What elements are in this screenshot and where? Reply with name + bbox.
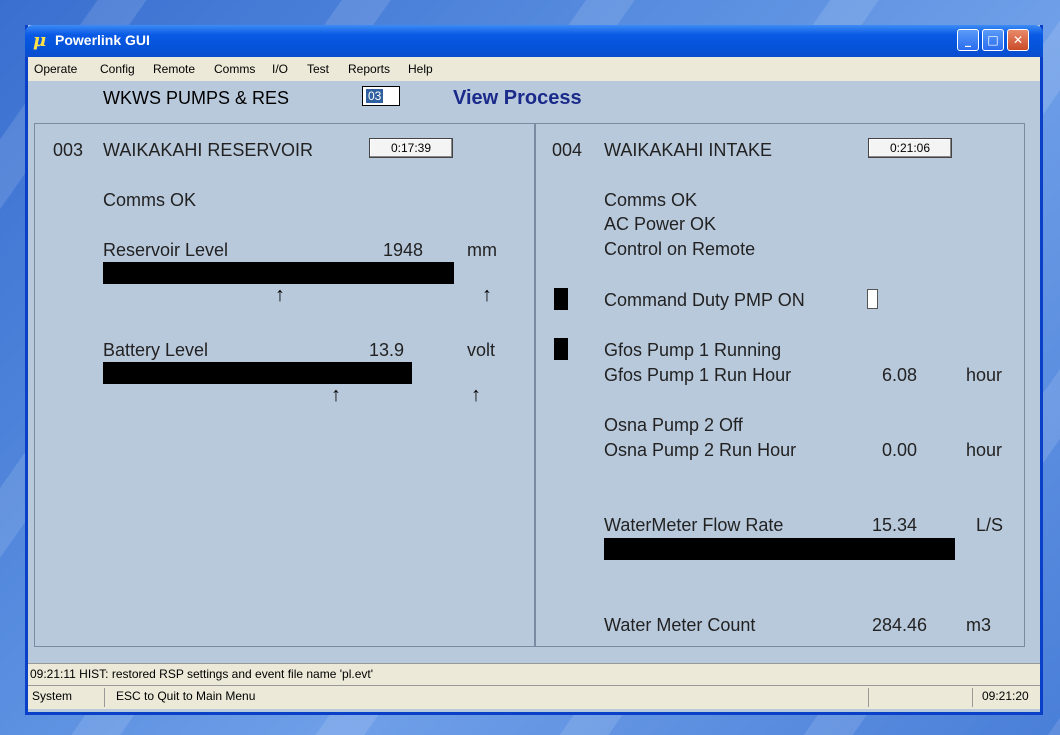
menu-operate[interactable]: Operate xyxy=(34,62,77,76)
pump1-run-hour-value: 6.08 xyxy=(882,365,918,385)
close-button[interactable]: ✕ xyxy=(1007,29,1029,51)
event-log-line: 09:21:11 HIST: restored RSP settings and… xyxy=(28,663,1040,685)
status-divider xyxy=(104,688,105,707)
reservoir-level-unit: mm xyxy=(467,240,497,260)
content-area: WKWS PUMPS & RES 03 View Process 003 WAI… xyxy=(28,81,1040,663)
high-setpoint-arrow-icon: ↑ xyxy=(482,284,492,306)
maximize-button[interactable]: □ xyxy=(982,29,1004,51)
pump2-run-hour-value: 0.00 xyxy=(882,440,918,460)
high-setpoint-arrow-icon: ↑ xyxy=(471,384,481,406)
battery-level-label: Battery Level xyxy=(103,340,209,360)
menu-io[interactable]: I/O xyxy=(272,62,288,76)
pump1-run-hour-label: Gfos Pump 1 Run Hour xyxy=(604,365,792,385)
pump1-status: Gfos Pump 1 Running xyxy=(604,340,782,360)
status-divider xyxy=(868,688,869,707)
pump1-indicator xyxy=(554,338,568,360)
pump2-run-hour-unit: hour xyxy=(966,440,1003,460)
flow-rate-unit: L/S xyxy=(976,515,1004,535)
menu-bar: Operate Config Remote Comms I/O Test Rep… xyxy=(28,57,1040,81)
flow-rate-value: 15.34 xyxy=(872,515,918,535)
pump2-status: Osna Pump 2 Off xyxy=(604,415,743,435)
site-name: WAIKAKAHI INTAKE xyxy=(604,140,773,160)
intake-panel: 004 WAIKAKAHI INTAKE 0:21:06 Comms OK AC… xyxy=(535,123,1025,647)
low-setpoint-arrow-icon: ↑ xyxy=(275,284,285,306)
meter-count-label: Water Meter Count xyxy=(604,615,756,635)
reservoir-level-value: 1948 xyxy=(383,240,424,260)
group-title: WKWS PUMPS & RES xyxy=(103,88,290,108)
reservoir-level-bar xyxy=(103,262,454,284)
battery-level-bar xyxy=(103,362,412,384)
flow-rate-label: WaterMeter Flow Rate xyxy=(604,515,784,535)
pump1-run-hour-unit: hour xyxy=(966,365,1003,385)
status-clock: 09:21:20 xyxy=(982,689,1029,703)
menu-config[interactable]: Config xyxy=(100,62,135,76)
reservoir-panel: 003 WAIKAKAHI RESERVOIR 0:17:39 Comms OK… xyxy=(34,123,535,647)
meter-count-value: 284.46 xyxy=(872,615,928,635)
status-message: ESC to Quit to Main Menu xyxy=(116,689,256,703)
minimize-button[interactable]: _ xyxy=(957,29,979,51)
menu-comms[interactable]: Comms xyxy=(214,62,255,76)
comms-status: Comms OK xyxy=(604,190,698,210)
battery-level-unit: volt xyxy=(467,340,496,360)
site-number-input[interactable]: 03 xyxy=(362,86,400,106)
low-setpoint-arrow-icon: ↑ xyxy=(331,384,341,406)
view-title: View Process xyxy=(453,87,582,109)
site-name: WAIKAKAHI RESERVOIR xyxy=(103,140,314,160)
status-bar: System ESC to Quit to Main Menu 09:21:20 xyxy=(28,685,1040,709)
status-divider xyxy=(972,688,973,707)
app-icon: μ xyxy=(33,30,47,51)
menu-remote[interactable]: Remote xyxy=(153,62,195,76)
control-status: Control on Remote xyxy=(604,239,756,259)
timer-button[interactable]: 0:21:06 xyxy=(868,138,952,158)
command-indicator xyxy=(554,288,568,310)
ac-power-status: AC Power OK xyxy=(604,214,717,234)
window-title: Powerlink GUI xyxy=(55,32,150,48)
flow-rate-bar xyxy=(604,538,955,560)
menu-help[interactable]: Help xyxy=(408,62,433,76)
site-id: 004 xyxy=(552,140,583,160)
menu-test[interactable]: Test xyxy=(307,62,329,76)
title-bar[interactable]: μ Powerlink GUI _ □ ✕ xyxy=(25,25,1043,57)
status-system: System xyxy=(32,689,73,703)
command-toggle-button[interactable] xyxy=(867,289,878,309)
site-id: 003 xyxy=(53,140,84,160)
battery-level-value: 13.9 xyxy=(369,340,405,360)
comms-status: Comms OK xyxy=(103,190,197,210)
pump2-run-hour-label: Osna Pump 2 Run Hour xyxy=(604,440,797,460)
command-label: Command Duty PMP ON xyxy=(604,290,805,310)
reservoir-level-label: Reservoir Level xyxy=(103,240,229,260)
menu-reports[interactable]: Reports xyxy=(348,62,390,76)
timer-button[interactable]: 0:17:39 xyxy=(369,138,453,158)
meter-count-unit: m3 xyxy=(966,615,992,635)
